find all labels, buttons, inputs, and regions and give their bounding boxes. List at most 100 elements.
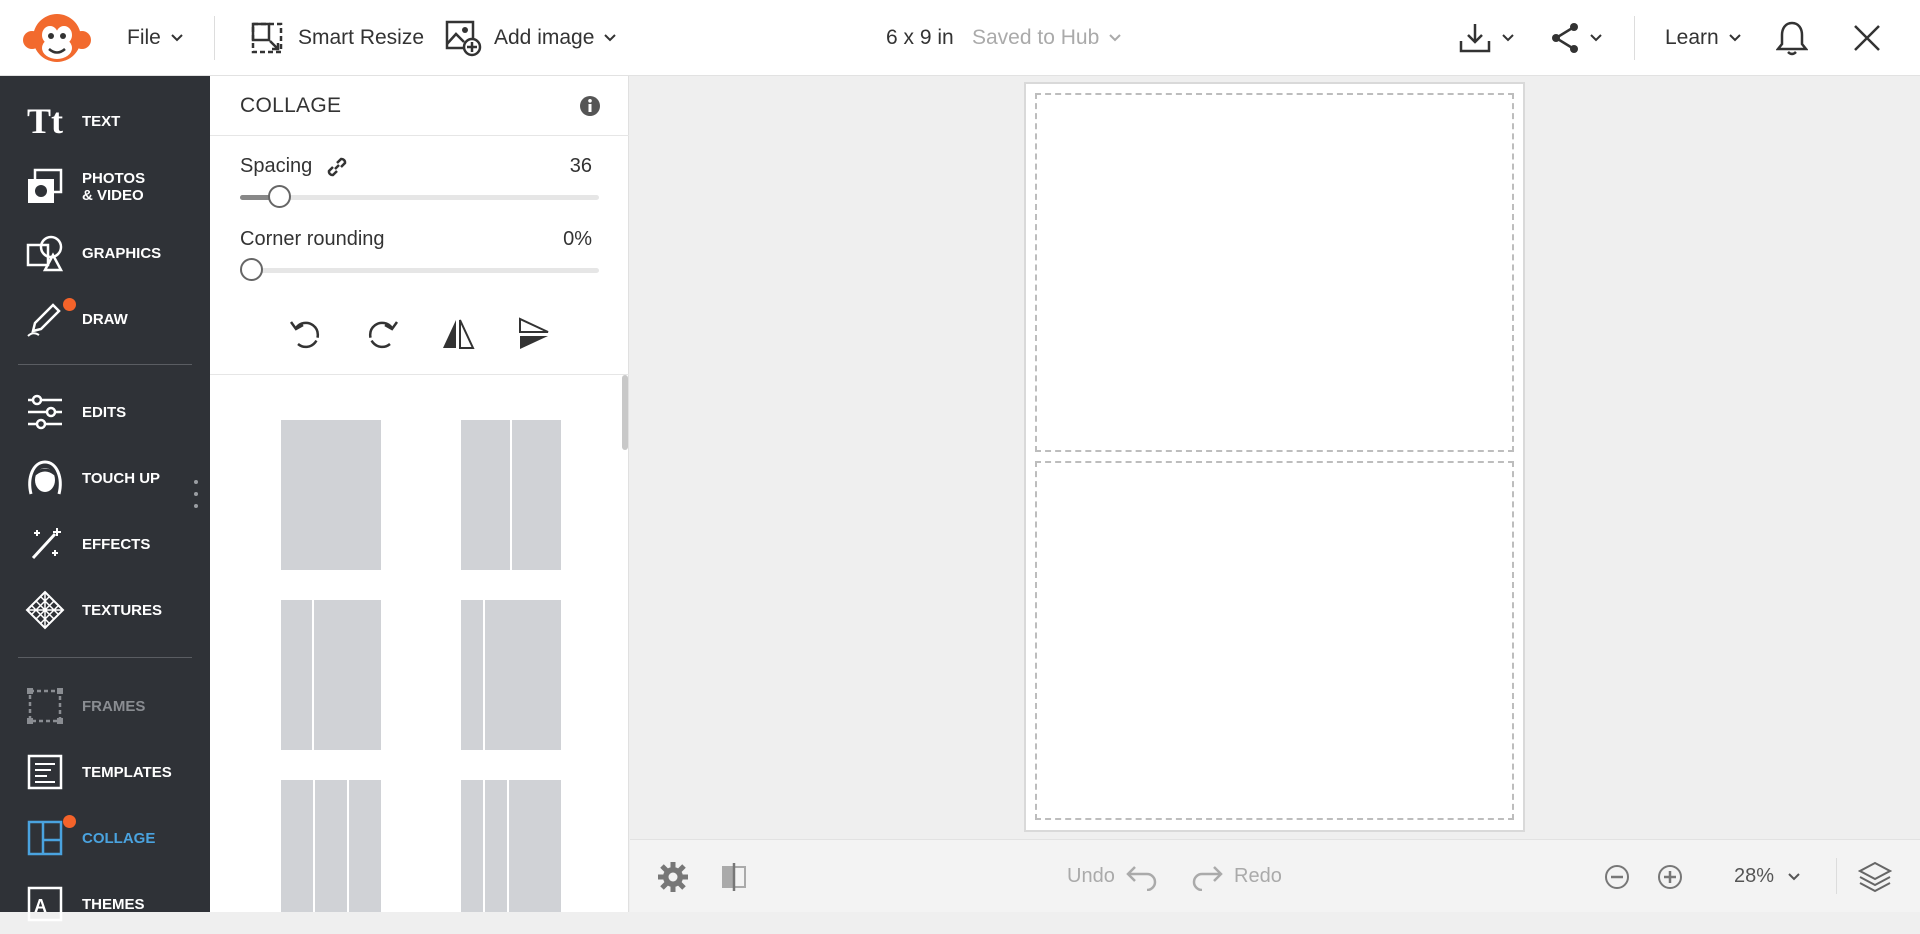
sidebar-item-effects[interactable]: EFFECTS	[0, 514, 210, 574]
add-image-button[interactable]: Add image	[444, 0, 617, 76]
download-icon	[1459, 24, 1491, 53]
smart-resize-button[interactable]: Smart Resize	[250, 0, 424, 76]
chevron-down-icon	[1729, 34, 1741, 42]
rotate-left-icon[interactable]	[286, 314, 326, 354]
settings-button[interactable]	[656, 840, 690, 913]
sidebar-item-edits[interactable]: EDITS	[0, 382, 210, 442]
sidebar-item-label: TEXT	[82, 112, 121, 130]
sidebar-item-themes[interactable]: A THEMES	[0, 874, 210, 934]
sidebar-item-textures[interactable]: TEXTURES	[0, 580, 210, 640]
learn-label: Learn	[1665, 26, 1719, 49]
pencil-icon	[24, 298, 66, 340]
corner-rounding-slider[interactable]	[240, 258, 599, 282]
slider-thumb[interactable]	[267, 185, 291, 208]
sidebar-item-label: PHOTOS & VIDEO	[82, 170, 146, 204]
layout-cell	[461, 600, 483, 750]
rotate-right-icon[interactable]	[362, 314, 402, 354]
magic-wand-icon	[24, 523, 66, 565]
picmonkey-logo[interactable]	[20, 10, 94, 66]
spacing-label: Spacing	[240, 155, 313, 177]
svg-text:A: A	[34, 896, 47, 916]
layout-option[interactable]	[461, 420, 561, 570]
panel-header: COLLAGE	[210, 76, 629, 136]
redo-button[interactable]: Redo	[1190, 840, 1282, 913]
notifications-button[interactable]	[1776, 0, 1808, 76]
collage-cell-top[interactable]	[1035, 93, 1514, 452]
sidebar-item-label: TEMPLATES	[82, 763, 172, 781]
sidebar-item-collage[interactable]: COLLAGE	[0, 808, 210, 868]
sidebar-item-label: EDITS	[82, 403, 127, 421]
learn-menu[interactable]: Learn	[1665, 0, 1741, 76]
zoom-level: 28%	[1734, 865, 1775, 887]
sidebar-item-label: COLLAGE	[82, 829, 156, 847]
spacing-slider[interactable]	[240, 185, 599, 209]
layout-option[interactable]	[461, 780, 561, 912]
info-icon[interactable]	[579, 95, 601, 117]
corner-rounding-label: Corner rounding	[240, 228, 385, 250]
undo-label: Undo	[1067, 865, 1115, 887]
close-button[interactable]	[1853, 0, 1881, 76]
download-button[interactable]	[1458, 0, 1514, 76]
layout-cell	[485, 600, 561, 750]
photos-icon	[24, 166, 66, 208]
layout-cell	[281, 600, 312, 750]
link-icon[interactable]	[324, 154, 350, 180]
more-options-icon[interactable]	[193, 480, 199, 512]
sidebar-item-graphics[interactable]: GRAPHICS	[0, 223, 210, 283]
collage-panel: COLLAGE Spacing 36 Corner rounding 0%	[210, 76, 629, 912]
collage-cell-bottom[interactable]	[1035, 461, 1514, 820]
layout-cell	[485, 780, 507, 912]
sidebar-item-draw[interactable]: DRAW	[0, 289, 210, 349]
transform-tools	[210, 306, 629, 362]
layout-cell	[461, 780, 483, 912]
sidebar-item-text[interactable]: Tt TEXT	[0, 91, 210, 151]
panel-scrollbar[interactable]	[622, 375, 628, 450]
corner-rounding-value: 0%	[563, 228, 592, 250]
collage-document	[1024, 82, 1525, 832]
add-image-label: Add image	[494, 26, 595, 49]
compare-button[interactable]	[720, 840, 748, 913]
toolbar-divider	[1634, 16, 1635, 60]
save-status-label: Saved to Hub	[972, 26, 1100, 49]
layout-cell	[512, 420, 561, 570]
layers-button[interactable]	[1858, 840, 1892, 913]
zoom-out-button[interactable]	[1604, 840, 1630, 913]
layout-cell	[349, 780, 381, 912]
slider-thumb[interactable]	[240, 258, 263, 281]
sliders-icon	[24, 391, 66, 433]
graphics-icon	[24, 232, 66, 274]
share-button[interactable]	[1550, 0, 1602, 76]
layout-option[interactable]	[281, 420, 381, 570]
frame-icon	[24, 685, 66, 727]
file-menu[interactable]: File	[127, 0, 183, 76]
document-size[interactable]: 6 x 9 in	[886, 0, 954, 76]
sidebar-item-label: FRAMES	[82, 697, 146, 715]
layout-option[interactable]	[281, 600, 381, 750]
chevron-down-icon	[1109, 34, 1121, 42]
file-menu-label: File	[127, 26, 161, 49]
slider-track	[240, 268, 599, 273]
chevron-down-icon	[171, 34, 183, 42]
undo-button[interactable]: Undo	[1067, 840, 1159, 913]
close-icon	[1854, 25, 1880, 51]
flip-horizontal-icon[interactable]	[438, 314, 478, 354]
face-icon	[24, 457, 66, 499]
layout-option[interactable]	[461, 600, 561, 750]
sidebar-item-touch-up[interactable]: TOUCH UP	[0, 448, 210, 508]
flip-vertical-icon[interactable]	[514, 314, 554, 354]
template-icon	[24, 751, 66, 793]
layout-option[interactable]	[281, 780, 381, 912]
collage-layouts	[210, 375, 629, 912]
zoom-menu[interactable]: 28%	[1734, 840, 1800, 913]
zoom-out-icon	[1605, 864, 1629, 889]
new-badge	[63, 298, 76, 311]
layout-cell	[461, 420, 510, 570]
sidebar-item-frames[interactable]: FRAMES	[0, 676, 210, 736]
undo-icon	[1126, 865, 1156, 891]
slider-track	[240, 195, 599, 200]
chevron-down-icon	[1590, 34, 1602, 42]
save-status-menu[interactable]: Saved to Hub	[972, 0, 1121, 76]
zoom-in-button[interactable]	[1657, 840, 1683, 913]
sidebar-item-photos-video[interactable]: PHOTOS & VIDEO	[0, 157, 210, 217]
sidebar-item-templates[interactable]: TEMPLATES	[0, 742, 210, 802]
